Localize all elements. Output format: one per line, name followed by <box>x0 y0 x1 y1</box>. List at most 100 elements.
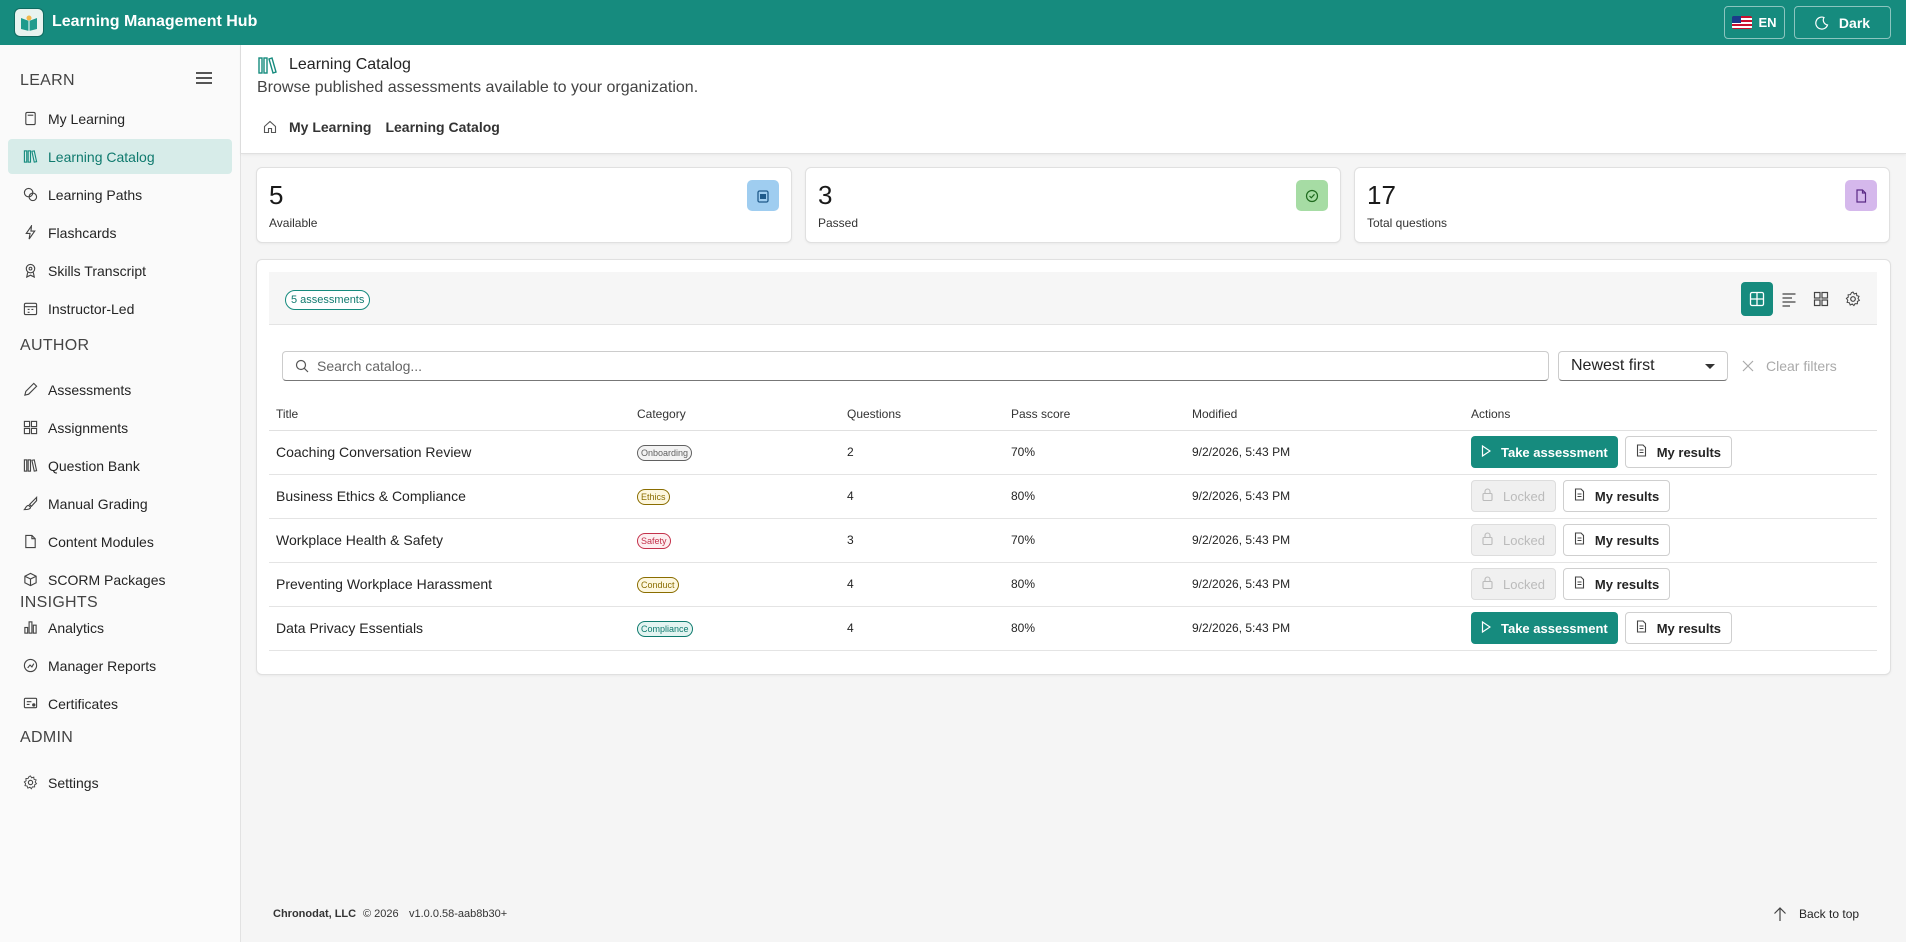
sidebar-item-analytics[interactable]: Analytics <box>8 610 232 645</box>
my-results-button[interactable]: My results <box>1562 568 1671 600</box>
sidebar-item-certificates[interactable]: Certificates <box>8 686 232 721</box>
theme-toggle-button[interactable]: Dark <box>1794 6 1891 39</box>
category-tag: Safety <box>637 533 671 549</box>
sidebar-item-learning-catalog[interactable]: Learning Catalog <box>8 139 232 174</box>
sidebar-item-label: Learning Catalog <box>48 148 155 165</box>
take-assessment-label: Take assessment <box>1501 444 1608 460</box>
sort-dropdown[interactable]: Newest first <box>1558 351 1728 381</box>
play-icon <box>1481 620 1492 636</box>
cell-questions: 4 <box>840 562 1004 607</box>
cell-title[interactable]: Workplace Health & Safety <box>269 518 630 563</box>
table-row[interactable]: Coaching Conversation Review Onboarding 2 7… <box>269 430 1877 475</box>
home-icon[interactable] <box>263 120 277 134</box>
chevron-down-icon <box>1705 364 1715 369</box>
cell-pass-score: 70% <box>1004 430 1185 475</box>
cell-title[interactable]: Coaching Conversation Review <box>269 430 630 475</box>
sidebar-item-question-bank[interactable]: Question Bank <box>8 448 232 483</box>
sidebar-item-label: SCORM Packages <box>48 571 166 588</box>
table-row[interactable]: Preventing Workplace Harassment Conduct 4 8… <box>269 562 1877 607</box>
close-icon <box>1742 360 1754 372</box>
catalog-card: 5 assessments Newest first Clear filters <box>256 259 1891 675</box>
cell-category: Onboarding <box>630 430 840 475</box>
cell-title[interactable]: Business Ethics & Compliance <box>269 474 630 519</box>
hamburger-menu-icon[interactable] <box>196 72 212 84</box>
search-field[interactable] <box>282 351 1549 381</box>
breadcrumb-item-my-learning[interactable]: My Learning <box>289 119 371 135</box>
take-assessment-button[interactable]: Take assessment <box>1471 612 1618 644</box>
my-results-button[interactable]: My results <box>1624 612 1733 644</box>
cell-modified: 9/2/2026, 5:43 PM <box>1185 474 1464 519</box>
table-row[interactable]: Workplace Health & Safety Safety 3 70% 9/2/2… <box>269 518 1877 563</box>
sidebar-item-flashcards[interactable]: Flashcards <box>8 215 232 250</box>
lock-icon <box>1482 532 1493 548</box>
column-header-questions[interactable]: Questions <box>840 399 1004 431</box>
sidebar-item-content-modules[interactable]: Content Modules <box>8 524 232 559</box>
cell-title[interactable]: Data Privacy Essentials <box>269 606 630 651</box>
take-assessment-button[interactable]: Take assessment <box>1471 436 1618 468</box>
search-input[interactable] <box>317 358 1517 374</box>
clear-filters-button[interactable]: Clear filters <box>1742 351 1837 381</box>
cell-actions: Take assessment My results <box>1464 430 1877 475</box>
sidebar-item-label: My Learning <box>48 110 126 127</box>
cell-title[interactable]: Preventing Workplace Harassment <box>269 562 630 607</box>
moon-icon <box>1815 15 1829 30</box>
sidebar-item-skills-transcript[interactable]: Skills Transcript <box>8 253 232 288</box>
table-row[interactable]: Data Privacy Essentials Compliance 4 80% 9/2… <box>269 606 1877 651</box>
sidebar-item-settings[interactable]: Settings <box>8 765 232 800</box>
bar-chart-icon <box>22 620 38 636</box>
book-icon <box>22 111 38 127</box>
app-logo-icon[interactable] <box>14 8 44 37</box>
list-view-button[interactable] <box>1773 282 1805 316</box>
breadcrumb: My Learning Learning Catalog <box>263 119 500 135</box>
table-header-row: Title Category Questions Pass score Modi… <box>269 399 1877 431</box>
stat-value: 17 <box>1367 180 1396 210</box>
calendar-icon <box>22 301 38 317</box>
my-results-button[interactable]: My results <box>1562 480 1671 512</box>
cell-actions: Take assessment My results <box>1464 606 1877 651</box>
sidebar-item-assignments[interactable]: Assignments <box>8 410 232 445</box>
language-button[interactable]: EN <box>1724 6 1785 39</box>
gear-icon <box>1845 291 1861 307</box>
library-icon <box>22 458 38 474</box>
locked-label: Locked <box>1503 576 1545 592</box>
table-view-button[interactable] <box>1741 282 1773 316</box>
play-icon <box>1481 444 1492 460</box>
clipboard-icon <box>747 180 779 211</box>
my-results-button[interactable]: My results <box>1624 436 1733 468</box>
cell-pass-score: 80% <box>1004 562 1185 607</box>
check-circle-icon <box>1296 180 1328 211</box>
language-label: EN <box>1758 15 1777 30</box>
certificate-icon <box>22 696 38 712</box>
back-to-top-button[interactable]: Back to top <box>1773 906 1859 922</box>
sidebar-item-my-learning[interactable]: My Learning <box>8 101 232 136</box>
column-header-title[interactable]: Title <box>269 399 630 431</box>
cell-questions: 4 <box>840 606 1004 651</box>
sidebar-item-learning-paths[interactable]: Learning Paths <box>8 177 232 212</box>
cell-modified: 9/2/2026, 5:43 PM <box>1185 430 1464 475</box>
locked-label: Locked <box>1503 532 1545 548</box>
sidebar-item-manual-grading[interactable]: Manual Grading <box>8 486 232 521</box>
sidebar-item-manager-reports[interactable]: Manager Reports <box>8 648 232 683</box>
grid-view-icon <box>1813 291 1829 307</box>
sidebar-item-instructor-led[interactable]: Instructor-Led <box>8 291 232 326</box>
column-header-pass-score[interactable]: Pass score <box>1004 399 1185 431</box>
my-results-label: My results <box>1656 444 1722 460</box>
flash-icon <box>22 225 38 241</box>
settings-button[interactable] <box>1837 282 1869 316</box>
brush-icon <box>22 496 38 512</box>
sidebar-item-scorm-packages[interactable]: SCORM Packages <box>8 562 232 597</box>
column-header-category[interactable]: Category <box>630 399 840 431</box>
my-results-label: My results <box>1656 620 1722 636</box>
grid-view-button[interactable] <box>1805 282 1837 316</box>
column-header-modified[interactable]: Modified <box>1185 399 1464 431</box>
locked-button: Locked <box>1471 480 1556 512</box>
cell-category: Compliance <box>630 606 840 651</box>
cell-questions: 3 <box>840 518 1004 563</box>
stat-card-available: 5 Available <box>256 167 792 243</box>
table-row[interactable]: Business Ethics & Compliance Ethics 4 80% 9/… <box>269 474 1877 519</box>
my-results-button[interactable]: My results <box>1562 524 1671 556</box>
cell-actions: Locked My results <box>1464 562 1877 607</box>
cell-modified: 9/2/2026, 5:43 PM <box>1185 606 1464 651</box>
clear-filters-label: Clear filters <box>1766 358 1837 374</box>
sidebar-item-assessments[interactable]: Assessments <box>8 372 232 407</box>
